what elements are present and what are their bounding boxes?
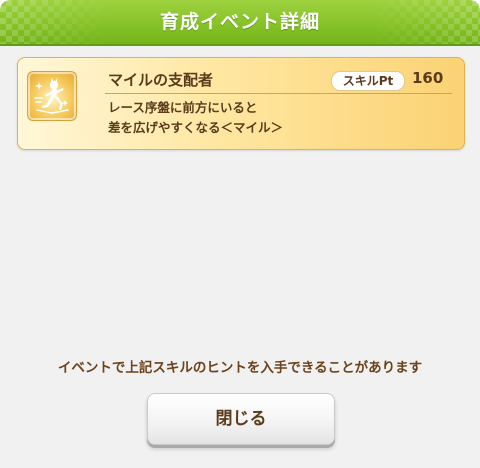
skill-pt-badge: スキルPt: [331, 71, 405, 91]
close-button[interactable]: 閉じる: [147, 393, 335, 445]
skill-pt-value: 160: [412, 69, 444, 87]
event-detail-dialog: 育成イベント詳細 マイルの支配者 スキルPt 160 レース序盤に前方にいると …: [0, 0, 480, 468]
skill-name: マイルの支配者: [108, 71, 214, 89]
dialog-content: マイルの支配者 スキルPt 160 レース序盤に前方にいると 差を広げやすくなる…: [10, 52, 470, 344]
dialog-header: 育成イベント詳細: [0, 0, 480, 46]
skill-description-line: レース序盤に前方にいると: [108, 100, 258, 115]
running-horse-girl-icon: [27, 71, 77, 121]
skill-card[interactable]: マイルの支配者 スキルPt 160 レース序盤に前方にいると 差を広げやすくなる…: [17, 57, 465, 150]
skill-description: レース序盤に前方にいると 差を広げやすくなる＜マイル＞: [108, 98, 283, 138]
skill-divider: [105, 93, 452, 94]
dialog-title: 育成イベント詳細: [159, 11, 320, 33]
skill-description-line: 差を広げやすくなる＜マイル＞: [108, 120, 284, 135]
hint-message: イベントで上記スキルのヒントを入手できることがあります: [57, 360, 423, 376]
